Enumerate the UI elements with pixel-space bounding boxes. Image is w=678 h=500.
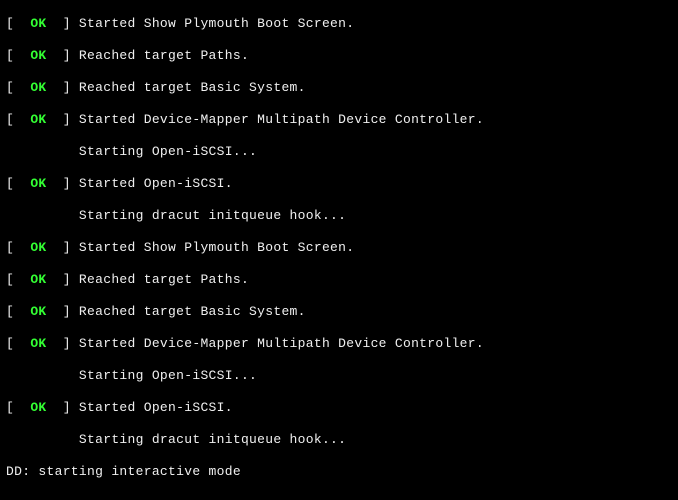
status-ok: OK bbox=[30, 80, 46, 95]
status-ok: OK bbox=[30, 112, 46, 127]
status-ok: OK bbox=[30, 240, 46, 255]
boot-line: [ OK ] Started Show Plymouth Boot Screen… bbox=[6, 240, 672, 256]
status-ok: OK bbox=[30, 16, 46, 31]
boot-line: [ OK ] Started Show Plymouth Boot Screen… bbox=[6, 16, 672, 32]
status-ok: OK bbox=[30, 176, 46, 191]
boot-line: [ OK ] Reached target Basic System. bbox=[6, 304, 672, 320]
boot-line: Starting Open-iSCSI... bbox=[6, 144, 672, 160]
boot-line: [ OK ] Reached target Basic System. bbox=[6, 80, 672, 96]
terminal-output: [ OK ] Started Show Plymouth Boot Screen… bbox=[0, 0, 678, 500]
status-ok: OK bbox=[30, 272, 46, 287]
boot-line: [ OK ] Started Device-Mapper Multipath D… bbox=[6, 112, 672, 128]
boot-line: Starting dracut initqueue hook... bbox=[6, 432, 672, 448]
status-ok: OK bbox=[30, 304, 46, 319]
blank-line bbox=[6, 496, 672, 500]
status-ok: OK bbox=[30, 400, 46, 415]
status-ok: OK bbox=[30, 336, 46, 351]
boot-line: [ OK ] Started Open-iSCSI. bbox=[6, 400, 672, 416]
boot-line: [ OK ] Reached target Paths. bbox=[6, 48, 672, 64]
dd-start-line: DD: starting interactive mode bbox=[6, 464, 672, 480]
boot-line: Starting dracut initqueue hook... bbox=[6, 208, 672, 224]
boot-line: [ OK ] Started Device-Mapper Multipath D… bbox=[6, 336, 672, 352]
boot-line: [ OK ] Reached target Paths. bbox=[6, 272, 672, 288]
boot-line: Starting Open-iSCSI... bbox=[6, 368, 672, 384]
boot-line: [ OK ] Started Open-iSCSI. bbox=[6, 176, 672, 192]
status-ok: OK bbox=[30, 48, 46, 63]
